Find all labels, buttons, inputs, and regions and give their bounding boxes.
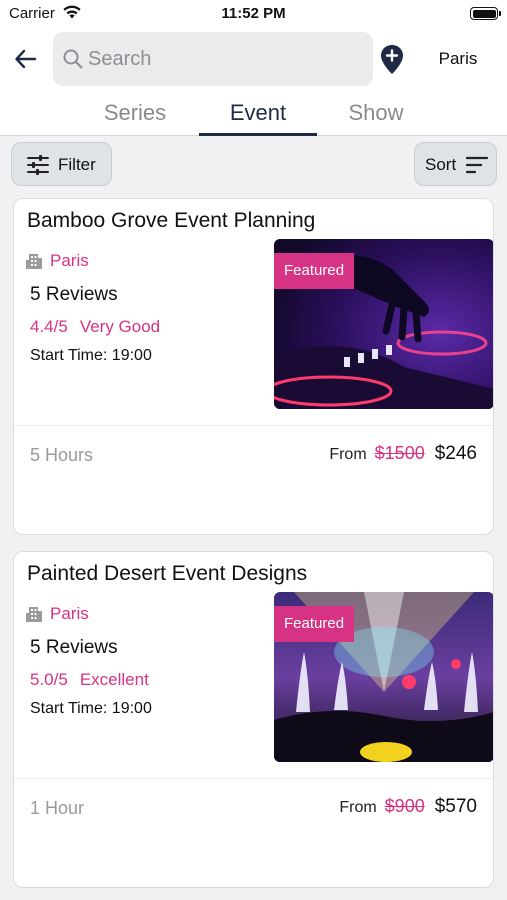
building-icon: [25, 605, 43, 628]
battery-icon: [470, 7, 501, 20]
filter-button[interactable]: Filter: [11, 142, 112, 186]
tab-show[interactable]: Show: [317, 98, 435, 136]
featured-badge: Featured: [274, 253, 355, 289]
category-tabs: Series Event Show: [76, 98, 436, 136]
back-button[interactable]: [12, 45, 40, 73]
event-title: Painted Desert Event Designs: [27, 562, 308, 585]
event-title: Bamboo Grove Event Planning: [27, 209, 316, 232]
search-bar[interactable]: [53, 32, 373, 86]
rating-label: Very Good: [79, 317, 161, 336]
back-arrow-icon: [15, 49, 37, 69]
event-card[interactable]: Bamboo Grove Event Planning Paris 5 Revi…: [13, 198, 494, 535]
review-count: 5 Reviews: [30, 637, 118, 658]
sliders-icon: [26, 154, 50, 181]
filter-label: Filter: [58, 155, 96, 174]
status-bar: Carrier 11:52 PM: [0, 0, 507, 28]
start-time: Start Time: 19:00: [30, 700, 152, 717]
location-button[interactable]: [379, 44, 405, 81]
rating: 4.4/5 Very Good: [30, 317, 160, 337]
review-count: 5 Reviews: [30, 284, 118, 305]
tab-event[interactable]: Event: [199, 98, 317, 136]
price: From $1500 $246: [329, 443, 477, 465]
rating-label: Excellent: [79, 670, 149, 689]
card-divider: [14, 425, 493, 426]
event-card[interactable]: Painted Desert Event Designs Paris 5 Rev…: [13, 551, 494, 888]
event-city: Paris: [50, 251, 89, 270]
event-city: Paris: [50, 604, 89, 623]
event-duration: 1 Hour: [30, 798, 85, 818]
discounted-price: $570: [434, 796, 477, 817]
event-image-concert-stage: Featured: [274, 592, 493, 762]
price: From $900 $570: [339, 796, 477, 818]
from-label: From: [329, 446, 367, 463]
bottom-edge: [0, 888, 507, 900]
rating: 5.0/5 Excellent: [30, 670, 149, 690]
building-icon: [25, 252, 43, 275]
event-image-dj-mixer: Featured: [274, 239, 493, 409]
sort-button[interactable]: Sort: [414, 142, 497, 186]
search-input[interactable]: [88, 42, 358, 76]
add-location-pin-icon: [381, 45, 403, 74]
rating-score: 4.4/5: [30, 317, 68, 336]
from-label: From: [339, 799, 377, 816]
start-time: Start Time: 19:00: [30, 347, 152, 364]
discounted-price: $246: [434, 443, 477, 464]
original-price: $900: [384, 796, 425, 816]
clock: 11:52 PM: [221, 5, 286, 22]
original-price: $1500: [374, 443, 425, 463]
city-selector[interactable]: Paris: [420, 49, 496, 69]
rating-score: 5.0/5: [30, 670, 68, 689]
event-duration: 5 Hours: [30, 445, 94, 465]
featured-badge: Featured: [274, 606, 355, 642]
sort-lines-icon: [465, 155, 489, 180]
card-divider: [14, 778, 493, 779]
header: Paris Series Event Show: [0, 28, 507, 136]
tab-series[interactable]: Series: [76, 98, 194, 136]
search-icon: [62, 48, 84, 75]
sort-label: Sort: [425, 155, 457, 174]
